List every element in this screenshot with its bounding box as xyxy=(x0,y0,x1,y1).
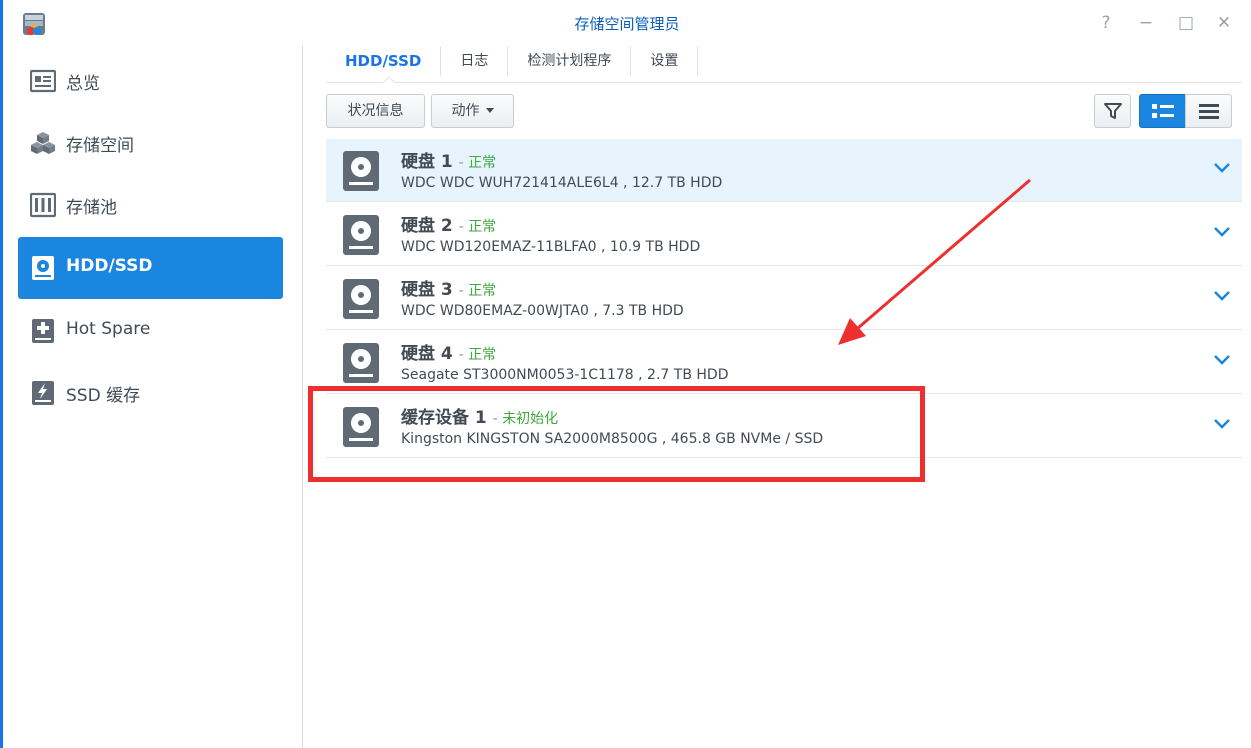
tab-log[interactable]: 日志 xyxy=(441,46,509,76)
tab-bar: HDD/SSD 日志 检测计划程序 设置 xyxy=(326,46,699,83)
disk-name: 硬盘 2 - 正常 xyxy=(401,216,497,236)
tab-settings[interactable]: 设置 xyxy=(631,46,699,76)
cache-device-row-1[interactable]: 缓存设备 1 - 未初始化 Kingston KINGSTON SA2000M8… xyxy=(326,395,1242,458)
action-label: 动作 xyxy=(451,103,480,119)
disk-status: 正常 xyxy=(468,283,497,299)
disk-description: Kingston KINGSTON SA2000M8500G , 465.8 G… xyxy=(401,431,824,447)
minimize-icon[interactable]: − xyxy=(1135,12,1157,34)
compact-list-icon xyxy=(1199,104,1219,119)
detail-list-icon xyxy=(1152,104,1174,118)
chevron-down-icon[interactable] xyxy=(1212,225,1232,239)
action-dropdown-button[interactable]: 动作 xyxy=(431,94,514,128)
disk-description: WDC WD120EMAZ-11BLFA0 , 10.9 TB HDD xyxy=(401,239,701,255)
disk-row-3[interactable]: 硬盘 3 - 正常 WDC WD80EMAZ-00WJTA0 , 7.3 TB … xyxy=(326,267,1242,330)
storage-volume-icon xyxy=(31,132,55,154)
hard-disk-icon xyxy=(343,279,379,319)
tab-hdd-ssd[interactable]: HDD/SSD xyxy=(326,46,442,76)
sidebar-item-label: 存储池 xyxy=(66,198,117,218)
sidebar-item-hdd-ssd[interactable]: HDD/SSD xyxy=(18,237,283,299)
disk-name: 缓存设备 1 - 未初始化 xyxy=(401,408,559,428)
sidebar-item-label: 总览 xyxy=(66,74,100,94)
status-info-button[interactable]: 状况信息 xyxy=(326,94,425,128)
disk-row-4[interactable]: 硬盘 4 - 正常 Seagate ST3000NM0053-1C1178 , … xyxy=(326,331,1242,394)
disk-description: Seagate ST3000NM0053-1C1178 , 2.7 TB HDD xyxy=(401,367,729,383)
help-icon[interactable]: ? xyxy=(1095,12,1117,34)
chevron-down-icon[interactable] xyxy=(1212,353,1232,367)
hard-disk-icon xyxy=(343,151,379,191)
storage-manager-window: 存储空间管理员 ? − □ ✕ 总览 存储空间 存储池 HDD/SSD Hot … xyxy=(0,0,1251,748)
hard-disk-icon xyxy=(343,343,379,383)
disk-status: 正常 xyxy=(468,347,497,363)
sidebar: 总览 存储空间 存储池 HDD/SSD Hot Spare SSD 缓存 xyxy=(3,46,303,748)
hard-disk-icon xyxy=(343,407,379,447)
status-info-label: 状况信息 xyxy=(347,103,404,119)
sidebar-item-storage-pool[interactable]: 存储池 xyxy=(18,174,283,236)
sidebar-item-label: HDD/SSD xyxy=(66,256,153,276)
sidebar-item-label: Hot Spare xyxy=(66,319,151,339)
hard-disk-icon xyxy=(343,215,379,255)
maximize-icon[interactable]: □ xyxy=(1175,12,1197,34)
chevron-down-icon[interactable] xyxy=(1212,417,1232,431)
close-icon[interactable]: ✕ xyxy=(1213,12,1235,34)
disk-status: 正常 xyxy=(468,155,497,171)
disk-row-1[interactable]: 硬盘 1 - 正常 WDC WDC WUH721414ALE6L4 , 12.7… xyxy=(326,139,1242,202)
sidebar-item-hot-spare[interactable]: Hot Spare xyxy=(18,300,283,362)
ssd-cache-icon xyxy=(32,381,54,405)
disk-status: 正常 xyxy=(468,219,497,235)
disk-row-2[interactable]: 硬盘 2 - 正常 WDC WD120EMAZ-11BLFA0 , 10.9 T… xyxy=(326,203,1242,266)
caret-down-icon xyxy=(485,108,494,113)
hdd-ssd-icon xyxy=(32,256,54,280)
compact-view-button[interactable] xyxy=(1185,94,1232,128)
active-tab-pointer-icon xyxy=(383,77,395,83)
disk-name: 硬盘 1 - 正常 xyxy=(401,152,497,172)
disk-name: 硬盘 3 - 正常 xyxy=(401,280,497,300)
sidebar-item-ssd-cache[interactable]: SSD 缓存 xyxy=(18,362,283,424)
overview-icon xyxy=(30,69,56,93)
main-panel: HDD/SSD 日志 检测计划程序 设置 状况信息 动作 硬盘 1 - 正常 W… xyxy=(304,46,1251,748)
disk-status: 未初始化 xyxy=(502,411,559,427)
storage-pool-icon xyxy=(30,192,56,218)
tab-divider xyxy=(326,82,1242,83)
window-title: 存储空间管理员 xyxy=(574,15,680,33)
filter-button[interactable] xyxy=(1094,94,1131,128)
sidebar-item-label: SSD 缓存 xyxy=(66,386,141,406)
title-bar: 存储空间管理员 ? − □ ✕ xyxy=(3,0,1251,46)
disk-description: WDC WDC WUH721414ALE6L4 , 12.7 TB HDD xyxy=(401,175,723,191)
sidebar-item-storage-volume[interactable]: 存储空间 xyxy=(18,112,283,174)
sidebar-item-overview[interactable]: 总览 xyxy=(18,50,283,112)
disk-name: 硬盘 4 - 正常 xyxy=(401,344,497,364)
detail-view-button[interactable] xyxy=(1139,94,1186,128)
chevron-down-icon[interactable] xyxy=(1212,289,1232,303)
chevron-down-icon[interactable] xyxy=(1212,161,1232,175)
hot-spare-icon xyxy=(32,319,54,343)
sidebar-item-label: 存储空间 xyxy=(66,136,134,156)
tab-test-scheduler[interactable]: 检测计划程序 xyxy=(508,46,632,76)
disk-description: WDC WD80EMAZ-00WJTA0 , 7.3 TB HDD xyxy=(401,303,684,319)
filter-icon xyxy=(1104,103,1122,119)
